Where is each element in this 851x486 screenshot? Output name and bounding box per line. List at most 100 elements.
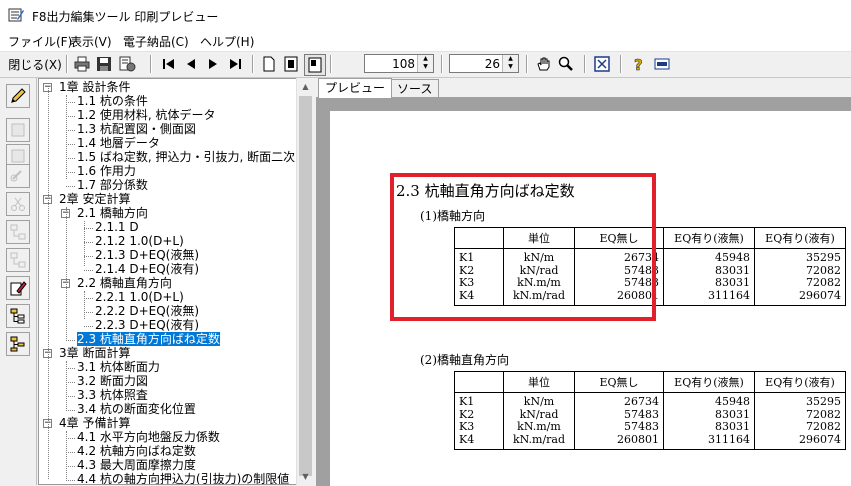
tree-item-label: 3.2 断面力図: [77, 374, 148, 388]
fit-window-icon[interactable]: [592, 54, 612, 74]
table-cell-value: 296074: [799, 288, 841, 302]
table-of-contents-tree[interactable]: −1章 設計条件 1.1 杭の条件 1.2 使用材料, 杭体データ 1.3 杭配置図・…: [38, 78, 300, 485]
tree-item[interactable]: 1.1 杭の条件: [77, 95, 148, 108]
tree-expand-icon[interactable]: [6, 332, 30, 356]
tree-item[interactable]: 1.7 部分係数: [77, 179, 148, 192]
table-header-cell: EQ無し: [574, 227, 664, 249]
table-cell-value: 26734: [624, 395, 659, 408]
tree-item[interactable]: 2.1.2 1.0(D+L): [95, 235, 184, 248]
tab-preview[interactable]: プレビュー: [318, 78, 393, 98]
tree-item[interactable]: 1章 設計条件: [59, 81, 130, 94]
table-cell-value: 260801: [617, 432, 659, 446]
tree-item-label: 4.3 最大周面摩擦力度: [77, 458, 196, 472]
tree-item[interactable]: 1.2 使用材料, 杭体データ: [77, 109, 216, 122]
tree-item[interactable]: 1.3 杭配置図・側面図: [77, 123, 196, 136]
tree-item-label: 3章 断面計算: [59, 346, 131, 360]
insert-node-icon[interactable]: [6, 220, 30, 244]
tree-item[interactable]: 3.2 断面力図: [77, 375, 148, 388]
table-cell-value: kN/m: [523, 395, 555, 408]
tree-item[interactable]: 3.1 杭体断面力: [77, 361, 160, 374]
table-cell: kN/m kN/rad kN.m/m kN.m/rad: [503, 248, 575, 306]
tree-item[interactable]: 4章 予備計算: [59, 417, 130, 430]
tree-item[interactable]: 1.6 作用力: [77, 165, 136, 178]
zoom-value: 26: [484, 57, 500, 71]
preview-area[interactable]: 2.3 杭軸直角方向ばね定数 (1)橋軸方向 単位 EQ無し EQ有り(液無) EQ有…: [316, 97, 851, 486]
tree-item-label: 2.1 橋軸方向: [77, 206, 148, 220]
table-header-cell: EQ有り(液無): [663, 371, 755, 393]
tree-item[interactable]: 4.3 最大周面摩擦力度: [77, 459, 196, 472]
tree-edit-icon[interactable]: [6, 276, 30, 300]
menu-file[interactable]: ファイル(F): [8, 33, 72, 50]
move-up-icon[interactable]: [6, 118, 30, 142]
menu-view[interactable]: 表示(V): [70, 33, 112, 50]
tree-item-label: 1章 設計条件: [59, 80, 131, 94]
previous-page-icon[interactable]: [182, 54, 200, 74]
tab-source[interactable]: ソース: [390, 79, 440, 98]
tree-item[interactable]: 3.4 杭の断面変化位置: [77, 403, 196, 416]
tree-item[interactable]: 2.2.3 D+EQ(液有): [95, 319, 199, 332]
page-setup-icon[interactable]: [116, 54, 138, 74]
scroll-down-icon[interactable]: ▼: [297, 468, 314, 485]
close-button[interactable]: 閉じる(X): [8, 54, 62, 74]
add-child-node-icon[interactable]: [6, 248, 30, 272]
next-page-icon[interactable]: [204, 54, 222, 74]
zoom-icon[interactable]: [556, 54, 576, 74]
tree-item-label: 2.1.1 D: [95, 220, 139, 234]
cut-icon[interactable]: [6, 192, 30, 216]
table-cell-value: 45948: [715, 251, 750, 264]
toolbar: 閉じる(X) 108 ▲ ▼ 26 ▲ ▼ ?: [0, 52, 851, 78]
title-bar: F8出力編集ツール 印刷プレビュー: [0, 0, 851, 31]
tree-item[interactable]: 2.1.3 D+EQ(液無): [95, 249, 199, 262]
table-cell-value: 57483: [624, 420, 659, 433]
tree-item[interactable]: 2.2.2 D+EQ(液無): [95, 305, 199, 318]
fit-page-icon[interactable]: [304, 54, 326, 76]
tree-item[interactable]: 2.2 橋軸直角方向: [77, 277, 172, 290]
spin-down-icon[interactable]: ▼: [418, 63, 433, 71]
last-page-icon[interactable]: [226, 54, 244, 74]
link-icon[interactable]: [6, 164, 30, 188]
tree-item[interactable]: 2.2.1 1.0(D+L): [95, 291, 184, 304]
single-page-icon[interactable]: [260, 54, 278, 74]
edit-pencil-icon[interactable]: [6, 84, 30, 108]
print-icon[interactable]: [72, 54, 92, 74]
view-tabs: プレビュー ソース: [316, 78, 851, 98]
section-heading: 2.3 杭軸直角方向ばね定数: [396, 182, 575, 200]
table-header-cell: EQ有り(液有): [754, 227, 846, 249]
tree-scrollbar[interactable]: ▲ ▼: [296, 78, 314, 485]
tree-item-label: 2.2.3 D+EQ(液有): [95, 318, 200, 332]
tree-item[interactable]: 2章 安定計算: [59, 193, 130, 206]
tree-item[interactable]: 2.1.1 D: [95, 221, 139, 234]
tree-item[interactable]: 3.3 杭体照査: [77, 389, 148, 402]
help-icon[interactable]: ?: [628, 54, 648, 74]
tree-item[interactable]: 2.1 橋軸方向: [77, 207, 148, 220]
tree-item[interactable]: 3章 断面計算: [59, 347, 130, 360]
tree-item-label: 1.5 ばね定数, 押込力・引抜力, 断面二次: [77, 150, 296, 164]
two-page-icon[interactable]: [282, 54, 300, 74]
tree-item[interactable]: 2.1.4 D+EQ(液有): [95, 263, 199, 276]
scroll-thumb[interactable]: [299, 96, 312, 476]
hand-tool-icon[interactable]: [534, 54, 554, 74]
tree-item-label: 3.3 杭体照査: [77, 388, 148, 402]
spin-up-icon[interactable]: ▲: [503, 55, 518, 63]
tree-item[interactable]: 4.1 水平方向地盤反力係数: [77, 431, 220, 444]
tree-item[interactable]: 4.2 杭軸方向ばね定数: [77, 445, 196, 458]
tree-item-label: 2章 安定計算: [59, 192, 131, 206]
tree-item-label: 2.1.2 1.0(D+L): [95, 234, 184, 248]
info-card-icon[interactable]: [652, 54, 672, 74]
spin-down-icon[interactable]: ▼: [503, 63, 518, 71]
table-header-row: 単位 EQ無し EQ有り(液無) EQ有り(液有): [454, 227, 846, 249]
tree-item[interactable]: 2.3 杭軸直角方向ばね定数: [77, 332, 220, 346]
spin-up-icon[interactable]: ▲: [418, 55, 433, 63]
save-icon[interactable]: [94, 54, 114, 74]
menu-help[interactable]: ヘルプ(H): [200, 33, 254, 50]
zoom-spinner[interactable]: 26 ▲ ▼: [449, 54, 519, 73]
tree-item[interactable]: 1.4 地層データ: [77, 137, 160, 150]
menu-bar: ファイル(F) 表示(V) 電子納品(C) ヘルプ(H): [0, 31, 851, 52]
menu-electronic-delivery[interactable]: 電子納品(C): [123, 33, 189, 50]
tree-item[interactable]: 4.4 杭の軸方向押込力(引抜力)の制限値: [77, 473, 289, 485]
first-page-icon[interactable]: [160, 54, 178, 74]
page-number-spinner[interactable]: 108 ▲ ▼: [364, 54, 434, 73]
scroll-up-icon[interactable]: ▲: [297, 78, 314, 95]
tree-structure-icon[interactable]: [6, 304, 30, 328]
tree-item[interactable]: 1.5 ばね定数, 押込力・引抜力, 断面二次: [77, 151, 295, 164]
